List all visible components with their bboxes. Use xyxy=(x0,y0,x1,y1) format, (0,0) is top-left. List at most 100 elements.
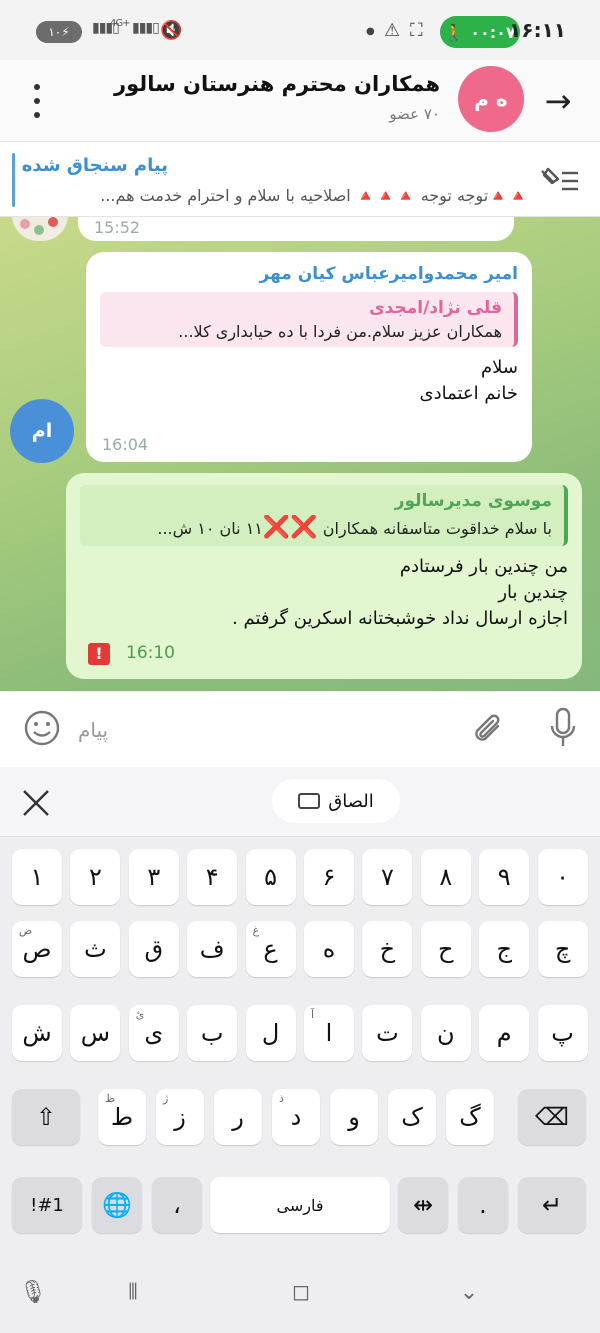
pinned-message-bar[interactable]: پیام سنجاق شده 🔺🔺توجه توجه 🔺🔺🔺 اصلاحیه ب… xyxy=(0,143,600,217)
key[interactable]: ۹ xyxy=(479,849,530,905)
microphone-icon[interactable] xyxy=(548,706,578,750)
system-navbar: 🎙 ⦀ ◻ ⌄ xyxy=(0,1251,600,1333)
comma-key[interactable]: ، xyxy=(152,1177,202,1233)
shift-key[interactable]: ⇧ xyxy=(12,1089,80,1145)
keyboard: الصاق ۱۲۳۴۵۶۷۸۹۰ صضثقفعغهخحجچ شسیئبلاآتن… xyxy=(0,767,600,1333)
keyboard-hide-button[interactable]: ⌄ xyxy=(446,1269,492,1315)
mute-icon: 🔇 xyxy=(160,20,183,41)
mic-small-icon[interactable]: 🎙 xyxy=(10,1269,56,1315)
message-body: سلام خانم اعتمادی xyxy=(419,357,519,404)
status-bar: ۱۰ ⚡ ▮▮▮▯ 4G+ ▮▮▮▯ 🔇 ● ⚠ ⛶ 🚶 ۰۰:۰۷ ۱۶:۱۱ xyxy=(0,0,600,60)
key[interactable]: گ xyxy=(446,1089,494,1145)
key[interactable]: ک xyxy=(388,1089,436,1145)
more-menu-icon[interactable] xyxy=(28,84,46,118)
dot-icon: ● xyxy=(366,26,375,37)
key[interactable]: خ xyxy=(362,921,413,977)
key[interactable]: ل xyxy=(245,1005,296,1061)
chat-title[interactable]: همکاران محترم هنرستان سالور xyxy=(114,72,440,96)
symbols-key[interactable]: !#1 xyxy=(12,1177,82,1233)
key[interactable]: ش xyxy=(12,1005,62,1061)
reply-sender: موسوی مدیرسالور xyxy=(394,491,552,511)
space-key[interactable]: فارسی xyxy=(210,1177,390,1233)
member-count: ۷۰ عضو xyxy=(389,105,440,123)
key[interactable]: ۱ xyxy=(12,849,62,905)
key[interactable]: م xyxy=(479,1005,530,1061)
pinned-text: 🔺🔺توجه توجه 🔺🔺🔺 اصلاحیه با سلام و احترام… xyxy=(100,186,528,205)
key[interactable]: ۷ xyxy=(362,849,413,905)
pinned-indicator xyxy=(12,153,15,207)
period-key[interactable]: . xyxy=(458,1177,508,1233)
cross-mark-icon: ❌❌ xyxy=(262,515,318,540)
key[interactable]: ن xyxy=(420,1005,471,1061)
key[interactable]: دذ xyxy=(272,1089,320,1145)
message-time: 16:04 xyxy=(102,435,149,454)
group-avatar[interactable]: ه م xyxy=(458,66,524,132)
recent-apps-button[interactable]: ⦀ xyxy=(110,1269,156,1315)
key[interactable]: ۵ xyxy=(245,849,296,905)
key[interactable]: س xyxy=(70,1005,121,1061)
key[interactable]: ۴ xyxy=(187,849,238,905)
key[interactable]: ق xyxy=(128,921,179,977)
alert-icon: ⚠ xyxy=(384,20,401,41)
smile-icon[interactable] xyxy=(22,708,62,748)
paperclip-icon[interactable] xyxy=(470,710,506,748)
key[interactable]: ر xyxy=(214,1089,262,1145)
key[interactable]: ه xyxy=(304,921,354,977)
paste-button[interactable]: الصاق xyxy=(272,779,400,823)
activity-pill[interactable]: 🚶 ۰۰:۰۷ xyxy=(440,16,520,48)
send-error-icon[interactable]: ! xyxy=(88,643,110,665)
message-time: 15:52 xyxy=(94,218,141,237)
key[interactable]: و xyxy=(330,1089,378,1145)
key[interactable]: ت xyxy=(362,1005,413,1061)
message-input[interactable]: پیام xyxy=(78,718,108,742)
enter-key[interactable]: ↵ xyxy=(518,1177,586,1233)
walk-icon: 🚶 xyxy=(444,22,465,42)
key[interactable]: طظ xyxy=(98,1089,146,1145)
key[interactable]: اآ xyxy=(304,1005,354,1061)
message-body: من چندین بار فرستادم چندین بار اجازه ارس… xyxy=(232,556,568,629)
channel-avatar[interactable] xyxy=(12,217,68,241)
reply-text: همکاران عزیز سلام.من فردا با ده حیابداری… xyxy=(178,322,502,341)
key[interactable]: ۶ xyxy=(304,849,354,905)
message-bubble[interactable]: امیر محمدوامیرعباس کیان مهر قلی نژاد/امج… xyxy=(86,252,532,462)
key[interactable]: پ xyxy=(537,1005,588,1061)
clock: ۱۶:۱۱ xyxy=(509,18,566,42)
battery-indicator: ۱۰ ⚡ xyxy=(36,21,82,43)
pin-list-icon[interactable] xyxy=(538,165,582,195)
chat-area[interactable]: 15:52 امیر محمدوامیرعباس کیان مهر قلی نژ… xyxy=(0,217,600,691)
key[interactable]: ۲ xyxy=(70,849,121,905)
key[interactable]: صض xyxy=(12,921,62,977)
network-label: 4G+ xyxy=(110,18,130,29)
key[interactable]: ف xyxy=(187,921,238,977)
sender-avatar[interactable]: ام xyxy=(10,399,74,463)
key[interactable]: یئ xyxy=(128,1005,179,1061)
arrow-right-icon[interactable]: → xyxy=(538,82,578,122)
keyboard-icon xyxy=(298,793,321,809)
key[interactable]: عغ xyxy=(245,921,296,977)
key[interactable]: ح xyxy=(420,921,471,977)
message-bubble[interactable]: 15:52 xyxy=(78,217,514,241)
key[interactable]: ث xyxy=(70,921,121,977)
key[interactable]: زژ xyxy=(156,1089,204,1145)
chat-header: → ه م همکاران محترم هنرستان سالور ۷۰ عضو xyxy=(0,60,600,142)
backspace-key[interactable]: ⌫ xyxy=(518,1089,586,1145)
key[interactable]: ب xyxy=(187,1005,238,1061)
reply-text: با سلام خداقوت متاسفانه همکاران ❌❌۱۱ نان… xyxy=(157,515,552,540)
reply-quote[interactable]: قلی نژاد/امجدی همکاران عزیز سلام.من فردا… xyxy=(100,292,518,347)
message-time: 16:10 xyxy=(126,643,175,663)
key[interactable]: چ xyxy=(537,921,588,977)
key[interactable]: ج xyxy=(479,921,530,977)
close-icon[interactable] xyxy=(18,785,54,821)
signal-icon-2: ▮▮▮▯ xyxy=(132,20,160,36)
outgoing-message-bubble[interactable]: موسوی مدیرسالور با سلام خداقوت متاسفانه … xyxy=(66,473,582,679)
cursor-move-key[interactable]: ⇹ xyxy=(398,1177,448,1233)
key[interactable]: ۸ xyxy=(420,849,471,905)
pinned-title: پیام سنجاق شده xyxy=(21,155,168,176)
globe-icon[interactable]: 🌐 xyxy=(92,1177,142,1233)
reply-quote[interactable]: موسوی مدیرسالور با سلام خداقوت متاسفانه … xyxy=(80,485,568,546)
key[interactable]: ۰ xyxy=(537,849,588,905)
key[interactable]: ۳ xyxy=(128,849,179,905)
home-button[interactable]: ◻ xyxy=(278,1269,324,1315)
keyboard-toolbar: الصاق xyxy=(0,767,600,837)
message-sender[interactable]: امیر محمدوامیرعباس کیان مهر xyxy=(100,264,519,284)
